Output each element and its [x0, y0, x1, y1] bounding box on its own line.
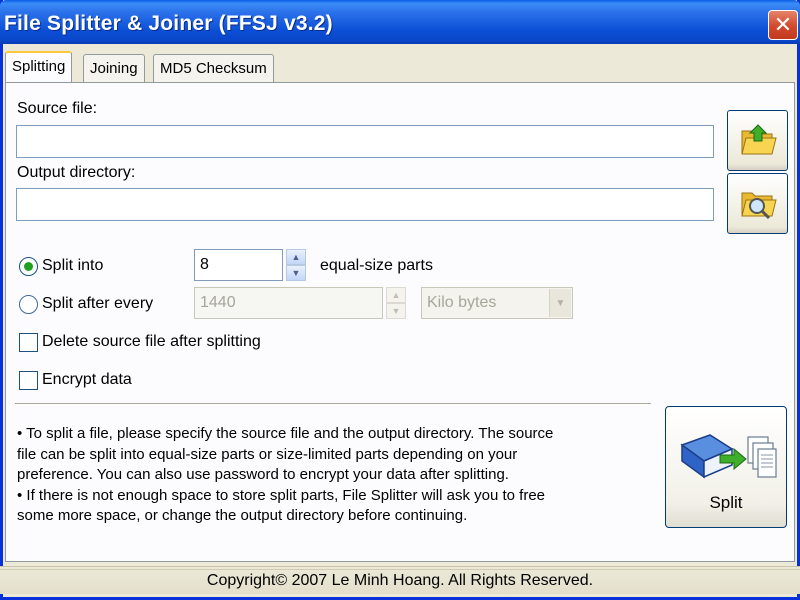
- copyright-text: Copyright© 2007 Le Minh Hoang. All Right…: [206, 572, 594, 589]
- spin-down-button[interactable]: ▼: [286, 265, 306, 281]
- browse-source-button[interactable]: [727, 110, 788, 171]
- split-size-spinner: ▲ ▼: [386, 287, 406, 319]
- status-bar: Copyright© 2007 Le Minh Hoang. All Right…: [0, 566, 800, 594]
- divider: [0, 569, 800, 570]
- help-text: • To split a file, please specify the so…: [17, 424, 651, 527]
- chevron-down-icon: ▼: [549, 289, 571, 317]
- size-unit-select[interactable]: Kilo bytes ▼: [421, 287, 573, 319]
- size-unit-value: Kilo bytes: [427, 294, 497, 311]
- window-title: File Splitter & Joiner (FFSJ v3.2): [4, 12, 333, 35]
- equal-size-parts-label: equal-size parts: [320, 257, 433, 274]
- help-line: some more space, or change the output di…: [17, 507, 468, 525]
- output-directory-input[interactable]: [16, 188, 714, 221]
- encrypt-data-label: Encrypt data: [42, 371, 132, 388]
- chevron-down-icon: ▼: [291, 268, 301, 278]
- split-into-parts-input[interactable]: 8: [194, 249, 283, 281]
- output-directory-label: Output directory:: [17, 164, 136, 181]
- encrypt-data-checkbox[interactable]: [19, 371, 38, 390]
- tab-splitting[interactable]: Splitting: [5, 51, 73, 82]
- split-button-label: Split: [709, 493, 743, 512]
- app-window: File Splitter & Joiner (FFSJ v3.2) ✕ Spl…: [0, 0, 800, 600]
- title-bar[interactable]: File Splitter & Joiner (FFSJ v3.2) ✕: [0, 0, 800, 44]
- split-after-every-label: Split after every: [42, 295, 154, 312]
- close-icon: ✕: [773, 12, 793, 37]
- delete-source-label: Delete source file after splitting: [42, 333, 261, 350]
- help-line: preference. You can also use password to…: [17, 466, 509, 484]
- tab-strip: Splitting Joining MD5 Checksum: [5, 51, 795, 82]
- radio-selected-dot: [24, 262, 33, 271]
- folder-open-icon: [740, 123, 777, 154]
- split-button[interactable]: Split: [665, 406, 787, 528]
- chevron-up-icon: ▲: [391, 290, 401, 300]
- split-into-radio[interactable]: [19, 257, 38, 276]
- split-size-input[interactable]: 1440: [194, 287, 383, 319]
- split-after-every-radio[interactable]: [19, 295, 38, 314]
- tab-joining[interactable]: Joining: [83, 54, 145, 82]
- spin-up-button[interactable]: ▲: [386, 287, 406, 303]
- split-into-spinner: ▲ ▼: [286, 249, 306, 281]
- browse-output-button[interactable]: [727, 173, 788, 234]
- help-line: • To split a file, please specify the so…: [17, 425, 554, 442]
- help-line: file can be split into equal-size parts …: [17, 445, 518, 463]
- book-split-icon: [680, 434, 777, 479]
- separator: [15, 403, 651, 405]
- spin-up-button[interactable]: ▲: [286, 249, 306, 265]
- help-line: • If there is not enough space to store …: [17, 486, 546, 504]
- spin-down-button[interactable]: ▼: [386, 303, 406, 319]
- tab-md5-checksum[interactable]: MD5 Checksum: [153, 54, 274, 82]
- split-into-label: Split into: [42, 257, 104, 274]
- folder-search-icon: [740, 192, 777, 219]
- delete-source-checkbox[interactable]: [19, 333, 38, 352]
- source-file-label: Source file:: [17, 100, 98, 117]
- chevron-up-icon: ▲: [291, 252, 301, 262]
- source-file-input[interactable]: [16, 125, 714, 158]
- close-button[interactable]: ✕: [768, 10, 798, 40]
- chevron-down-icon: ▼: [391, 306, 401, 316]
